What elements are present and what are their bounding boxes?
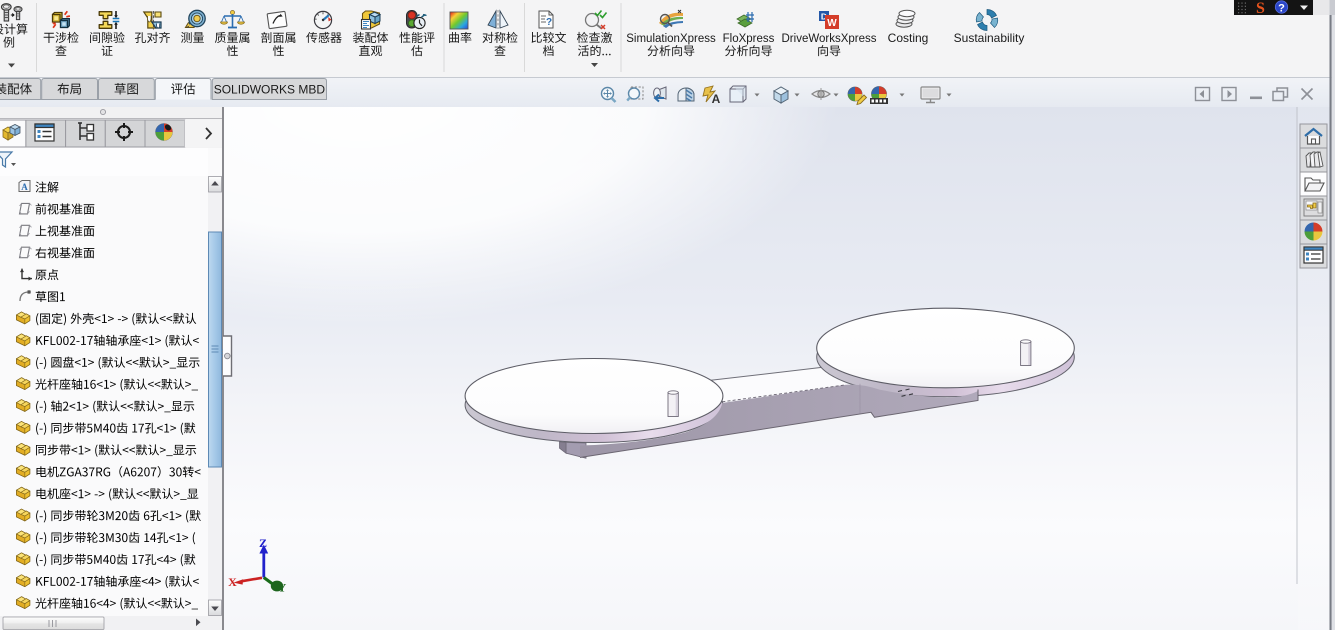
svg-text:SimulationXpress: SimulationXpress [626,33,716,45]
svg-text:DriveWorksXpress: DriveWorksXpress [782,33,877,45]
svg-text:Sustainability: Sustainability [954,31,1025,45]
svg-text:W: W [827,18,837,29]
svg-text:?: ? [546,17,552,28]
svg-text:Costing: Costing [888,31,929,45]
svg-text:A: A [712,92,721,106]
svg-text:Z: Z [259,536,267,550]
svg-text:SOLIDWORKS MBD: SOLIDWORKS MBD [214,83,326,97]
svg-text:Y: Y [278,581,287,595]
svg-text:S: S [1256,0,1265,17]
svg-text:X: X [228,575,237,589]
svg-text:FloXpress: FloXpress [723,33,775,45]
svg-text:A: A [21,182,28,192]
svg-text:?: ? [1278,3,1285,15]
